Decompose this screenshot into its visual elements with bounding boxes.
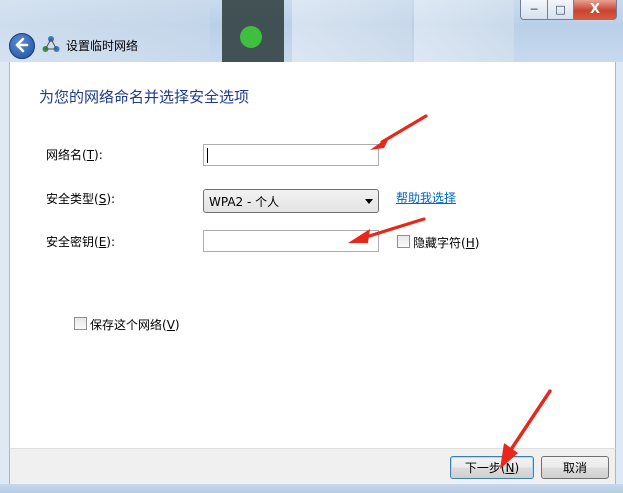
window-controls: ─ □ X (520, 0, 617, 20)
chevron-down-icon (365, 199, 373, 204)
maximize-button[interactable]: □ (548, 0, 574, 20)
security-type-label: 安全类型(S): (46, 192, 116, 206)
window-title: 设置临时网络 (66, 39, 139, 53)
minimize-button[interactable]: ─ (520, 0, 548, 20)
background-green-dot-icon (240, 26, 262, 48)
annotation-arrow (348, 217, 426, 243)
network-icon (42, 36, 60, 52)
window-bottom-frame (0, 484, 623, 493)
arrow-left-icon (15, 37, 29, 53)
page-heading: 为您的网络命名并选择安全选项 (39, 88, 250, 106)
security-key-label: 安全密钥(E): (46, 235, 116, 249)
close-button[interactable]: X (574, 0, 617, 20)
annotation-arrow (500, 389, 552, 469)
annotation-arrow (370, 114, 428, 150)
help-me-choose-link[interactable]: 帮助我选择 (396, 189, 456, 206)
network-name-input[interactable] (203, 144, 379, 166)
back-button[interactable] (9, 33, 35, 59)
save-network-label: 保存这个网络(V) (90, 318, 180, 332)
security-type-select[interactable]: WPA2 - 个人 (203, 189, 379, 213)
network-name-label: 网络名(T): (46, 148, 103, 162)
background-window-strip (292, 0, 412, 62)
text-caret (207, 148, 208, 163)
save-network-checkbox[interactable] (74, 317, 87, 330)
background-window-strip (414, 0, 514, 62)
